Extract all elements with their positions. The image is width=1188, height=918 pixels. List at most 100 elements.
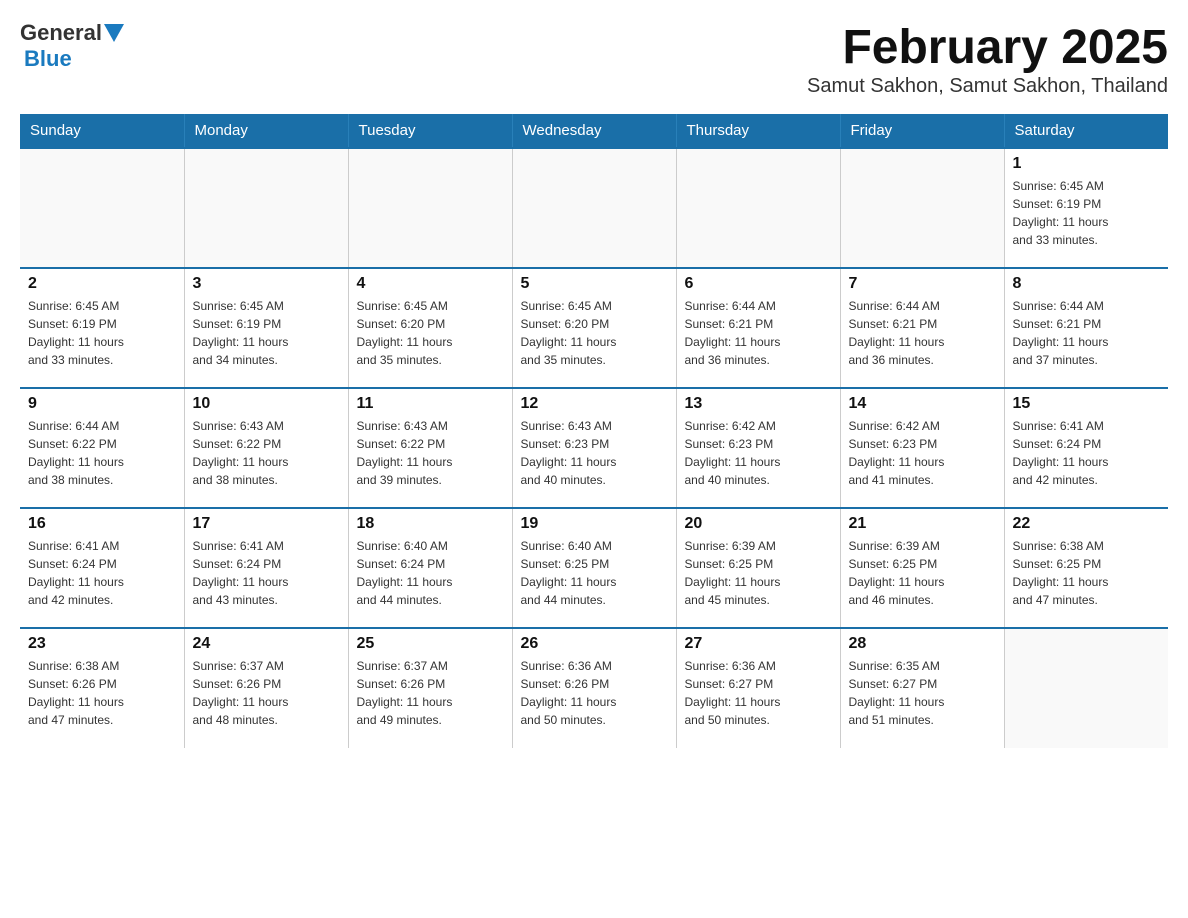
title-block: February 2025 Samut Sakhon, Samut Sakhon… — [807, 20, 1168, 98]
day-number: 3 — [193, 275, 340, 293]
day-cell: 5 Sunrise: 6:45 AM Sunset: 6:20 PM Daylig… — [512, 268, 676, 388]
logo-general-text: General — [20, 20, 102, 46]
day-cell: 9Sunrise: 6:44 AM Sunset: 6:22 PM Daylig… — [20, 388, 184, 508]
day-number: 2 — [28, 275, 176, 293]
day-number: 16 — [28, 515, 176, 533]
day-info: Sunrise: 6:42 AM Sunset: 6:23 PM Dayligh… — [685, 417, 832, 489]
day-cell: 23Sunrise: 6:38 AM Sunset: 6:26 PM Dayli… — [20, 628, 184, 748]
day-info: Sunrise: 6:45 AM Sunset: 6:20 PM Dayligh… — [357, 297, 504, 369]
day-info: Sunrise: 6:40 AM Sunset: 6:25 PM Dayligh… — [521, 537, 668, 609]
day-cell: 8 Sunrise: 6:44 AM Sunset: 6:21 PM Daylig… — [1004, 268, 1168, 388]
weekday-header-wednesday: Wednesday — [512, 114, 676, 148]
day-info: Sunrise: 6:36 AM Sunset: 6:26 PM Dayligh… — [521, 657, 668, 729]
day-cell: 15 Sunrise: 6:41 AM Sunset: 6:24 PM Dayli… — [1004, 388, 1168, 508]
day-cell: 3 Sunrise: 6:45 AM Sunset: 6:19 PM Daylig… — [184, 268, 348, 388]
day-number: 17 — [193, 515, 340, 533]
day-cell — [512, 148, 676, 268]
day-number: 11 — [357, 395, 504, 413]
day-info: Sunrise: 6:44 AM Sunset: 6:21 PM Dayligh… — [849, 297, 996, 369]
day-cell: 16 Sunrise: 6:41 AM Sunset: 6:24 PM Dayli… — [20, 508, 184, 628]
day-info: Sunrise: 6:45 AM Sunset: 6:20 PM Dayligh… — [521, 297, 668, 369]
day-cell — [1004, 628, 1168, 748]
day-cell: 20 Sunrise: 6:39 AM Sunset: 6:25 PM Dayli… — [676, 508, 840, 628]
day-number: 12 — [521, 395, 668, 413]
calendar-body: 1 Sunrise: 6:45 AM Sunset: 6:19 PM Daylig… — [20, 148, 1168, 748]
day-cell: 26 Sunrise: 6:36 AM Sunset: 6:26 PM Dayli… — [512, 628, 676, 748]
day-info: Sunrise: 6:39 AM Sunset: 6:25 PM Dayligh… — [685, 537, 832, 609]
day-cell: 19 Sunrise: 6:40 AM Sunset: 6:25 PM Dayli… — [512, 508, 676, 628]
weekday-header-sunday: Sunday — [20, 114, 184, 148]
day-info: Sunrise: 6:41 AM Sunset: 6:24 PM Dayligh… — [28, 537, 176, 609]
day-number: 24 — [193, 635, 340, 653]
day-number: 21 — [849, 515, 996, 533]
week-row-1: 1 Sunrise: 6:45 AM Sunset: 6:19 PM Daylig… — [20, 148, 1168, 268]
day-number: 20 — [685, 515, 832, 533]
day-info: Sunrise: 6:45 AM Sunset: 6:19 PM Dayligh… — [193, 297, 340, 369]
day-info: Sunrise: 6:40 AM Sunset: 6:24 PM Dayligh… — [357, 537, 504, 609]
day-number: 9 — [28, 395, 176, 413]
day-cell: 21 Sunrise: 6:39 AM Sunset: 6:25 PM Dayli… — [840, 508, 1004, 628]
calendar-table: SundayMondayTuesdayWednesdayThursdayFrid… — [20, 114, 1168, 748]
day-cell: 10 Sunrise: 6:43 AM Sunset: 6:22 PM Dayli… — [184, 388, 348, 508]
day-number: 10 — [193, 395, 340, 413]
day-cell: 4 Sunrise: 6:45 AM Sunset: 6:20 PM Daylig… — [348, 268, 512, 388]
day-cell: 6 Sunrise: 6:44 AM Sunset: 6:21 PM Daylig… — [676, 268, 840, 388]
day-cell: 12Sunrise: 6:43 AM Sunset: 6:23 PM Dayli… — [512, 388, 676, 508]
logo-triangle-icon — [104, 24, 124, 42]
day-number: 6 — [685, 275, 832, 293]
day-cell — [348, 148, 512, 268]
week-row-4: 16 Sunrise: 6:41 AM Sunset: 6:24 PM Dayli… — [20, 508, 1168, 628]
weekday-header-monday: Monday — [184, 114, 348, 148]
day-number: 5 — [521, 275, 668, 293]
day-cell — [840, 148, 1004, 268]
day-number: 19 — [521, 515, 668, 533]
day-cell: 17Sunrise: 6:41 AM Sunset: 6:24 PM Dayli… — [184, 508, 348, 628]
day-info: Sunrise: 6:45 AM Sunset: 6:19 PM Dayligh… — [1013, 177, 1161, 249]
day-info: Sunrise: 6:44 AM Sunset: 6:21 PM Dayligh… — [1013, 297, 1161, 369]
day-cell: 24 Sunrise: 6:37 AM Sunset: 6:26 PM Dayli… — [184, 628, 348, 748]
day-cell: 7 Sunrise: 6:44 AM Sunset: 6:21 PM Daylig… — [840, 268, 1004, 388]
day-cell: 25 Sunrise: 6:37 AM Sunset: 6:26 PM Dayli… — [348, 628, 512, 748]
weekday-header-saturday: Saturday — [1004, 114, 1168, 148]
day-info: Sunrise: 6:37 AM Sunset: 6:26 PM Dayligh… — [193, 657, 340, 729]
day-cell — [184, 148, 348, 268]
day-info: Sunrise: 6:43 AM Sunset: 6:22 PM Dayligh… — [193, 417, 340, 489]
day-number: 28 — [849, 635, 996, 653]
day-cell: 2 Sunrise: 6:45 AM Sunset: 6:19 PM Daylig… — [20, 268, 184, 388]
day-number: 26 — [521, 635, 668, 653]
day-cell: 18 Sunrise: 6:40 AM Sunset: 6:24 PM Dayli… — [348, 508, 512, 628]
week-row-2: 2 Sunrise: 6:45 AM Sunset: 6:19 PM Daylig… — [20, 268, 1168, 388]
day-number: 14 — [849, 395, 996, 413]
day-info: Sunrise: 6:38 AM Sunset: 6:25 PM Dayligh… — [1013, 537, 1161, 609]
day-cell: 13Sunrise: 6:42 AM Sunset: 6:23 PM Dayli… — [676, 388, 840, 508]
day-cell: 27 Sunrise: 6:36 AM Sunset: 6:27 PM Dayli… — [676, 628, 840, 748]
day-info: Sunrise: 6:39 AM Sunset: 6:25 PM Dayligh… — [849, 537, 996, 609]
day-info: Sunrise: 6:43 AM Sunset: 6:22 PM Dayligh… — [357, 417, 504, 489]
day-number: 1 — [1013, 155, 1161, 173]
calendar-header: SundayMondayTuesdayWednesdayThursdayFrid… — [20, 114, 1168, 148]
day-number: 15 — [1013, 395, 1161, 413]
weekday-header-tuesday: Tuesday — [348, 114, 512, 148]
day-number: 4 — [357, 275, 504, 293]
day-info: Sunrise: 6:44 AM Sunset: 6:21 PM Dayligh… — [685, 297, 832, 369]
logo: General Blue — [20, 20, 124, 72]
weekday-header-row: SundayMondayTuesdayWednesdayThursdayFrid… — [20, 114, 1168, 148]
day-number: 22 — [1013, 515, 1161, 533]
day-number: 18 — [357, 515, 504, 533]
day-info: Sunrise: 6:45 AM Sunset: 6:19 PM Dayligh… — [28, 297, 176, 369]
day-info: Sunrise: 6:36 AM Sunset: 6:27 PM Dayligh… — [685, 657, 832, 729]
day-number: 7 — [849, 275, 996, 293]
week-row-3: 9Sunrise: 6:44 AM Sunset: 6:22 PM Daylig… — [20, 388, 1168, 508]
day-cell: 28Sunrise: 6:35 AM Sunset: 6:27 PM Dayli… — [840, 628, 1004, 748]
day-number: 25 — [357, 635, 504, 653]
day-info: Sunrise: 6:41 AM Sunset: 6:24 PM Dayligh… — [1013, 417, 1161, 489]
day-cell: 1 Sunrise: 6:45 AM Sunset: 6:19 PM Daylig… — [1004, 148, 1168, 268]
week-row-5: 23Sunrise: 6:38 AM Sunset: 6:26 PM Dayli… — [20, 628, 1168, 748]
day-number: 27 — [685, 635, 832, 653]
day-cell: 22 Sunrise: 6:38 AM Sunset: 6:25 PM Dayli… — [1004, 508, 1168, 628]
day-number: 8 — [1013, 275, 1161, 293]
day-info: Sunrise: 6:37 AM Sunset: 6:26 PM Dayligh… — [357, 657, 504, 729]
page-header: General Blue February 2025 Samut Sakhon,… — [20, 20, 1168, 98]
day-info: Sunrise: 6:38 AM Sunset: 6:26 PM Dayligh… — [28, 657, 176, 729]
page-subtitle: Samut Sakhon, Samut Sakhon, Thailand — [807, 75, 1168, 98]
